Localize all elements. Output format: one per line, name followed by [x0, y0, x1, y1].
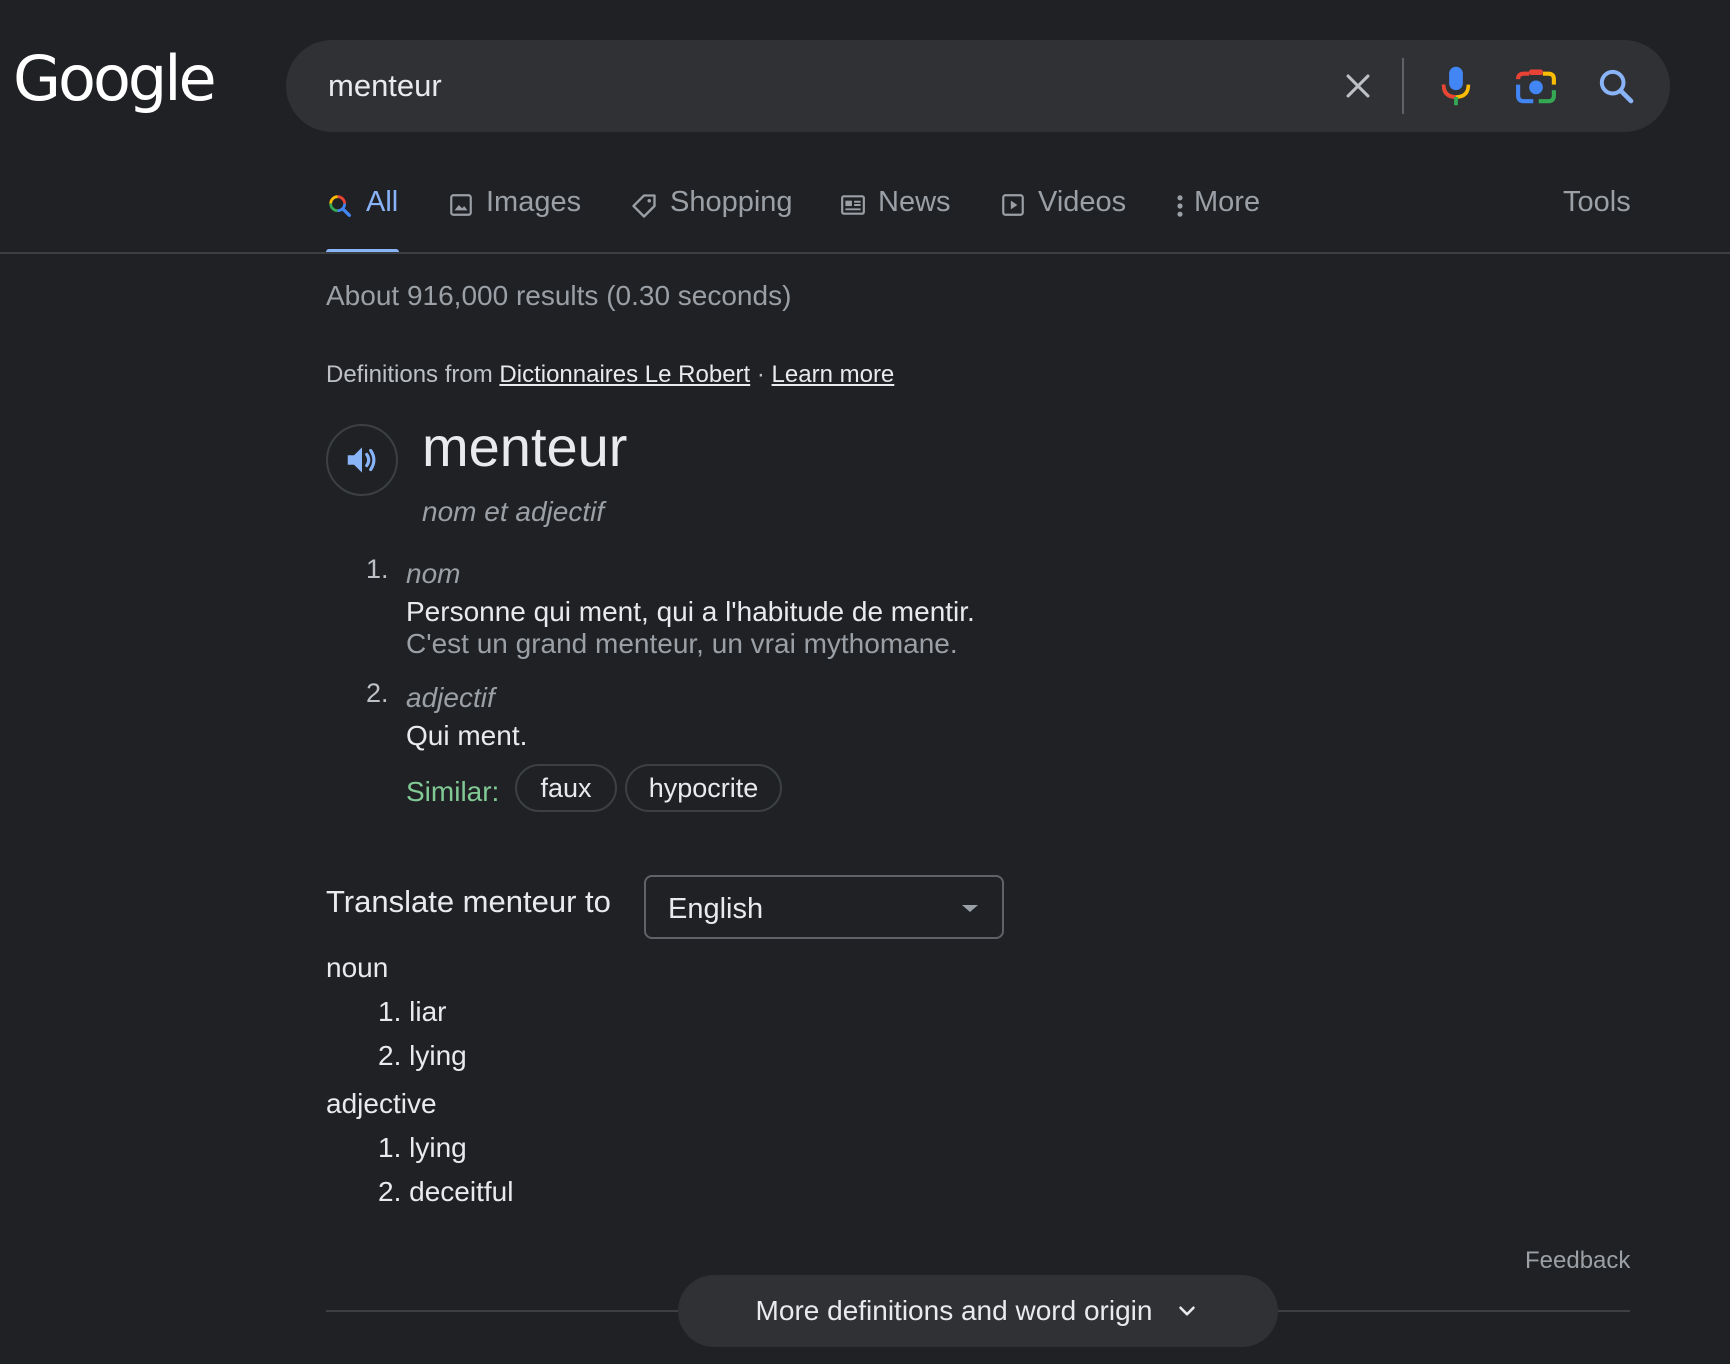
- tab-more[interactable]: More: [1174, 186, 1260, 254]
- tab-label: Images: [486, 186, 582, 218]
- translate-label: Translate menteur to: [326, 884, 611, 919]
- language-select-value: English: [668, 893, 764, 925]
- camera-lens-icon: [1516, 69, 1556, 104]
- microphone-icon: [1441, 66, 1471, 106]
- sense-number: 1.: [366, 554, 389, 584]
- learn-more-link[interactable]: Learn more: [772, 361, 895, 388]
- feedback-link[interactable]: Feedback: [1525, 1247, 1630, 1275]
- tab-news[interactable]: News: [840, 186, 951, 254]
- tools-button[interactable]: Tools: [1563, 186, 1631, 219]
- separator-dot: ·: [756, 361, 765, 388]
- tab-videos[interactable]: Videos: [1000, 186, 1126, 254]
- tab-label: Shopping: [670, 186, 793, 218]
- image-search-button[interactable]: [1504, 40, 1568, 132]
- newspaper-icon: [840, 192, 866, 218]
- translation-item: 2. deceitful: [378, 1176, 514, 1207]
- more-definitions-button[interactable]: More definitions and word origin: [678, 1275, 1278, 1347]
- dictionary-source-link[interactable]: Dictionnaires Le Robert: [499, 361, 750, 388]
- translation-item: 2. lying: [378, 1040, 467, 1071]
- more-vert-icon: [1174, 192, 1186, 220]
- google-logo[interactable]: Google: [13, 48, 217, 110]
- sense-definition: Personne qui ment, qui a l'habitude de m…: [406, 596, 975, 627]
- sense-example: C'est un grand menteur, un vrai mythoman…: [406, 628, 958, 659]
- search-box: [286, 40, 1670, 132]
- result-stats: About 916,000 results (0.30 seconds): [326, 280, 792, 311]
- headword: menteur: [422, 415, 628, 478]
- search-icon: [326, 192, 354, 220]
- definitions-source: Definitions from Dictionnaires Le Robert…: [326, 361, 894, 389]
- more-definitions-label: More definitions and word origin: [755, 1295, 1153, 1326]
- image-icon: [448, 192, 474, 218]
- sense-part-of-speech: adjectif: [406, 682, 495, 713]
- tab-shopping[interactable]: Shopping: [630, 186, 793, 254]
- clear-search-button[interactable]: [1328, 40, 1388, 132]
- tabs-divider: [0, 252, 1730, 254]
- sense-definition: Qui ment.: [406, 720, 528, 751]
- tab-all[interactable]: All: [326, 186, 399, 254]
- language-select[interactable]: English: [644, 875, 1004, 939]
- headword-part-of-speech: nom et adjectif: [422, 496, 605, 527]
- search-box-divider: [1402, 58, 1404, 114]
- sense-number: 2.: [366, 678, 389, 708]
- translation-part-of-speech: noun: [326, 952, 389, 983]
- translation-item: 1. liar: [378, 996, 447, 1027]
- tab-label: More: [1194, 186, 1261, 218]
- tab-label: All: [366, 186, 399, 218]
- similar-chip-faux[interactable]: faux: [515, 764, 617, 812]
- play-icon: [1000, 192, 1026, 218]
- similar-chip-hypocrite[interactable]: hypocrite: [625, 764, 782, 812]
- dropdown-arrow-icon: [962, 905, 978, 912]
- tab-images[interactable]: Images: [448, 186, 581, 254]
- sense-part-of-speech: nom: [406, 558, 461, 589]
- definitions-from-label: Definitions from: [326, 361, 493, 388]
- similar-label: Similar:: [406, 776, 500, 807]
- voice-search-button[interactable]: [1426, 40, 1486, 132]
- tag-icon: [630, 192, 658, 220]
- pronunciation-button[interactable]: [326, 424, 398, 496]
- close-icon: [1346, 74, 1370, 98]
- search-results-page: Google menteur All Images Shopping News …: [0, 0, 1730, 1364]
- search-input[interactable]: [328, 40, 1228, 132]
- search-icon: [1599, 69, 1634, 104]
- speaker-icon: [347, 447, 376, 473]
- tab-label: Videos: [1038, 186, 1127, 218]
- translation-part-of-speech: adjective: [326, 1088, 437, 1119]
- chevron-down-icon: [1174, 1298, 1200, 1324]
- tab-label: News: [878, 186, 951, 218]
- translation-item: 1. lying: [378, 1132, 467, 1163]
- search-submit-button[interactable]: [1584, 40, 1648, 132]
